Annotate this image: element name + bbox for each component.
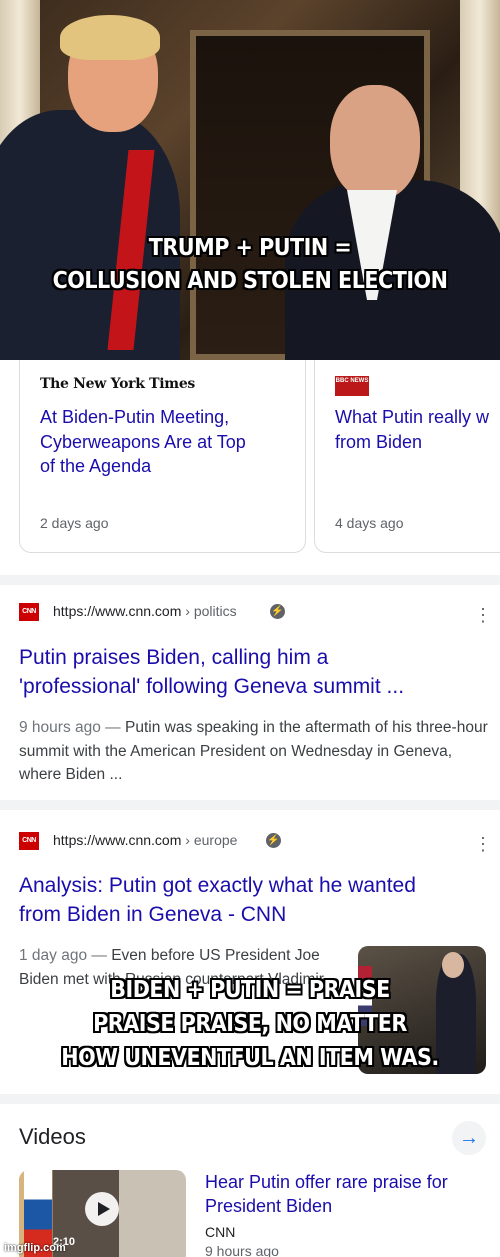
nyt-logo: The New York Times <box>40 376 196 392</box>
story-time: 2 days ago <box>40 515 109 531</box>
story-time: 4 days ago <box>335 515 404 531</box>
play-icon[interactable] <box>85 1192 119 1226</box>
person-right-head <box>330 85 420 200</box>
result-url[interactable]: https://www.cnn.com › europe <box>53 832 237 848</box>
result-snippet: 9 hours ago — Putin was speaking in the … <box>19 716 489 787</box>
story-title[interactable]: At Biden-Putin Meeting, Cyberweapons Are… <box>40 405 280 479</box>
top-meme-photo <box>0 0 500 360</box>
result-url[interactable]: https://www.cnn.com › politics <box>53 603 237 619</box>
imgflip-watermark: imgflip.com <box>4 1242 66 1254</box>
url-breadcrumb: › politics <box>185 603 237 619</box>
meme-top-caption: TRUMP + PUTIN = COLLUSION AND STOLEN ELE… <box>52 235 448 294</box>
result-dash: — <box>100 719 125 736</box>
amp-lightning-icon: ⚡ <box>266 833 281 848</box>
result-date: 9 hours ago <box>19 719 101 736</box>
story-card[interactable]: BBC NEWS What Putin really w from Biden … <box>314 360 500 553</box>
cnn-favicon: CNN <box>19 603 39 621</box>
section-divider <box>0 800 500 810</box>
bbc-logo: BBC NEWS <box>335 376 369 396</box>
more-vert-icon[interactable]: ⋮ <box>474 835 492 853</box>
section-divider <box>0 1094 500 1104</box>
url-breadcrumb: › europe <box>185 832 238 848</box>
cnn-favicon: CNN <box>19 832 39 850</box>
top-stories-carousel[interactable]: The New York Times At Biden-Putin Meetin… <box>0 360 500 575</box>
story-title[interactable]: What Putin really w from Biden <box>335 405 500 454</box>
result-dash: — <box>87 947 112 964</box>
meme-bottom-caption: BIDEN + PUTIN = PRAISE PRAISE PRAISE, NO… <box>61 977 439 1071</box>
amp-lightning-icon: ⚡ <box>270 604 285 619</box>
result-title[interactable]: Putin praises Biden, calling him a 'prof… <box>19 643 499 701</box>
arrow-right-icon[interactable]: → <box>452 1121 486 1155</box>
story-card[interactable]: The New York Times At Biden-Putin Meetin… <box>19 360 306 553</box>
result-title[interactable]: Analysis: Putin got exactly what he want… <box>19 871 499 929</box>
video-time: 9 hours ago <box>205 1243 279 1257</box>
bbc-logo-text: BBC NEWS <box>335 378 369 384</box>
videos-heading: Videos <box>19 1124 86 1149</box>
video-source: CNN <box>205 1224 236 1240</box>
person-left-hair <box>60 15 160 60</box>
url-domain: https://www.cnn.com <box>53 832 182 848</box>
result-date: 1 day ago <box>19 947 88 964</box>
section-divider <box>0 575 500 585</box>
video-title[interactable]: Hear Putin offer rare praise for Preside… <box>205 1170 495 1218</box>
more-vert-icon[interactable]: ⋮ <box>474 606 492 624</box>
url-domain: https://www.cnn.com <box>53 603 182 619</box>
